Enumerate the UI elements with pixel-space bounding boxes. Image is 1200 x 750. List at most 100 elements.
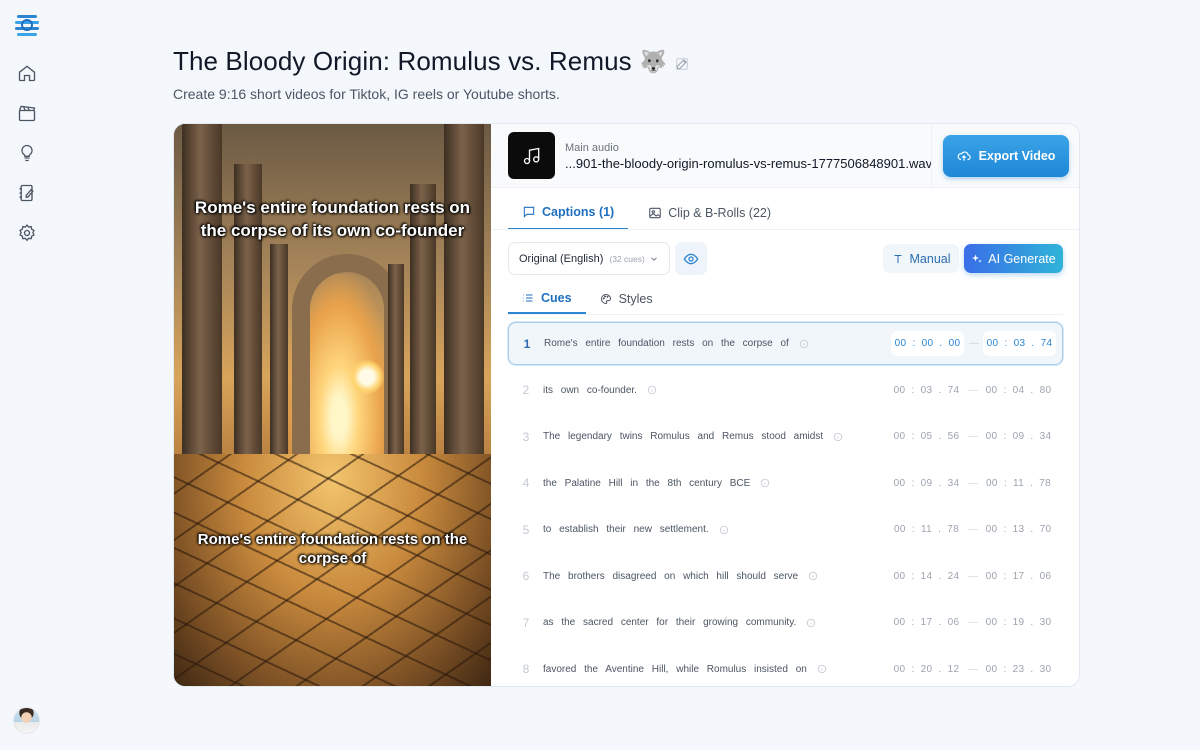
text-icon [894,254,901,263]
info-icon[interactable] [808,571,818,581]
cue-row[interactable]: 3 The legendary twins Romulus and Remus s… [508,415,1063,458]
cue-row[interactable]: 7 as the sacred center for their growing … [508,601,1063,644]
cue-text[interactable]: its own co-founder. [543,385,637,396]
audio-thumbnail[interactable] [508,132,555,179]
cue-start-time[interactable]: 00 : 00 . 00 [891,331,964,356]
page-title: The Bloody Origin: Romulus vs. Remus [173,46,632,76]
cue-text-wrap: as the sacred center for their growing c… [543,617,816,628]
cue-start-time[interactable]: 00 : 14 . 24 [890,571,963,582]
cue-row[interactable]: 2 its own co-founder. 00 : 03 . 74 — 00 : 04… [508,369,1063,412]
preview-cobblestone [174,454,491,686]
palette-icon [600,293,611,305]
cue-start-time[interactable]: 00 : 03 . 74 [890,385,963,396]
info-icon[interactable] [760,478,770,488]
info-icon[interactable] [719,525,729,535]
cue-number: 4 [522,476,530,490]
sidebar [0,0,54,750]
toggle-preview-button[interactable] [675,242,707,275]
caption-subtabs: Cues Styles [508,284,667,314]
preview-column [444,124,484,504]
video-preview[interactable]: Rome's entire foundation rests on the co… [174,124,491,686]
cue-end-time[interactable]: 00 : 23 . 30 [982,664,1055,675]
cue-text[interactable]: The legendary twins Romulus and Remus st… [543,431,823,442]
cue-number: 6 [522,569,530,583]
manual-button[interactable]: Manual [883,244,959,273]
home-icon[interactable] [17,63,37,83]
cue-number: 2 [522,383,530,397]
cue-text-wrap: the Palatine Hill in the 8th century BCE [543,478,770,489]
panel-tabs: Captions (1) Clip & B-Rolls (22) [508,196,785,230]
gear-icon[interactable] [17,223,37,243]
cue-number: 8 [522,662,530,676]
cloud-upload-icon [957,151,971,161]
time-separator: — [968,570,978,582]
language-select[interactable]: Original (English) (32 cues) [508,242,670,275]
cue-row[interactable]: 5 to establish their new settlement. 00 : … [508,508,1063,551]
cue-end-time[interactable]: 00 : 13 . 70 [982,524,1055,535]
preview-sun [350,360,384,394]
time-separator: — [968,524,978,535]
edit-title-icon[interactable] [675,57,689,71]
ai-generate-button[interactable]: AI Generate [964,244,1063,273]
cue-end-time[interactable]: 00 : 17 . 06 [982,571,1055,582]
clapperboard-icon[interactable] [17,103,37,123]
divider [491,229,1079,230]
info-icon[interactable] [806,618,816,628]
cue-text-wrap: to establish their new settlement. [543,524,729,535]
title-row: The Bloody Origin: Romulus vs. Remus 🐺 [173,46,689,77]
cue-list: 1 Rome's entire foundation rests on the c… [508,322,1063,687]
subtab-cues-label: Cues [541,291,572,305]
subtab-styles[interactable]: Styles [586,284,667,314]
cue-end-time[interactable]: 00 : 03 . 74 [983,331,1056,356]
cue-end-time[interactable]: 00 : 11 . 78 [982,478,1055,489]
cue-text[interactable]: the Palatine Hill in the 8th century BCE [543,478,750,489]
preview-column [182,124,222,504]
cue-text[interactable]: favored the Aventine Hill, while Romulus… [543,664,807,675]
cue-text[interactable]: to establish their new settlement. [543,524,709,535]
info-icon[interactable] [647,385,657,395]
image-icon [649,207,662,219]
cue-start-time[interactable]: 00 : 20 . 12 [890,664,963,675]
notebook-edit-icon[interactable] [17,183,37,203]
cue-text[interactable]: The brothers disagreed on which hill sho… [543,571,798,582]
cue-text[interactable]: as the sacred center for their growing c… [543,617,796,628]
cue-row[interactable]: 6 The brothers disagreed on which hill sh… [508,555,1063,598]
lightbulb-icon[interactable] [17,143,37,163]
cue-text-wrap: its own co-founder. [543,385,657,396]
cue-start-time[interactable]: 00 : 05 . 56 [890,431,963,442]
info-icon[interactable] [799,339,809,349]
subtab-cues[interactable]: Cues [508,284,586,314]
time-separator: — [968,431,978,442]
cue-end-time[interactable]: 00 : 09 . 34 [982,431,1055,442]
list-icon [523,294,533,302]
cue-start-time[interactable]: 00 : 09 . 34 [890,478,963,489]
tab-captions[interactable]: Captions (1) [508,196,629,230]
cue-row[interactable]: 4 the Palatine Hill in the 8th century BC… [508,462,1063,505]
cue-start-time[interactable]: 00 : 11 . 78 [890,524,963,535]
export-video-button[interactable]: Export Video [943,135,1069,177]
music-note-icon [523,147,539,164]
cue-text-wrap: The legendary twins Romulus and Remus st… [543,431,843,442]
audio-label: Main audio [565,142,619,154]
cue-text-wrap: Rome's entire foundation rests on the co… [544,338,809,349]
cue-row[interactable]: 8 favored the Aventine Hill, while Romulu… [508,648,1063,687]
divider [931,124,932,188]
time-separator: — [968,617,978,628]
cue-text[interactable]: Rome's entire foundation rests on the co… [544,338,789,349]
app-logo-icon[interactable] [14,12,40,38]
chat-bubble-icon [523,206,535,218]
cue-start-time[interactable]: 00 : 17 . 06 [890,617,963,628]
cue-row[interactable]: 1 Rome's entire foundation rests on the c… [508,322,1063,365]
tab-clips-brolls[interactable]: Clip & B-Rolls (22) [634,196,785,230]
language-value: Original (English) [519,252,604,265]
info-icon[interactable] [833,432,843,442]
cue-text-wrap: favored the Aventine Hill, while Romulus… [543,664,827,675]
time-separator: — [969,338,979,349]
cue-end-time[interactable]: 00 : 04 . 80 [982,385,1055,396]
cue-text-wrap: The brothers disagreed on which hill sho… [543,571,818,582]
ai-generate-label: AI Generate [988,251,1056,266]
preview-caption-bottom: Rome's entire foundation rests on the co… [197,531,468,567]
user-avatar[interactable] [13,707,40,734]
info-icon[interactable] [817,664,827,674]
cue-end-time[interactable]: 00 : 19 . 30 [982,617,1055,628]
